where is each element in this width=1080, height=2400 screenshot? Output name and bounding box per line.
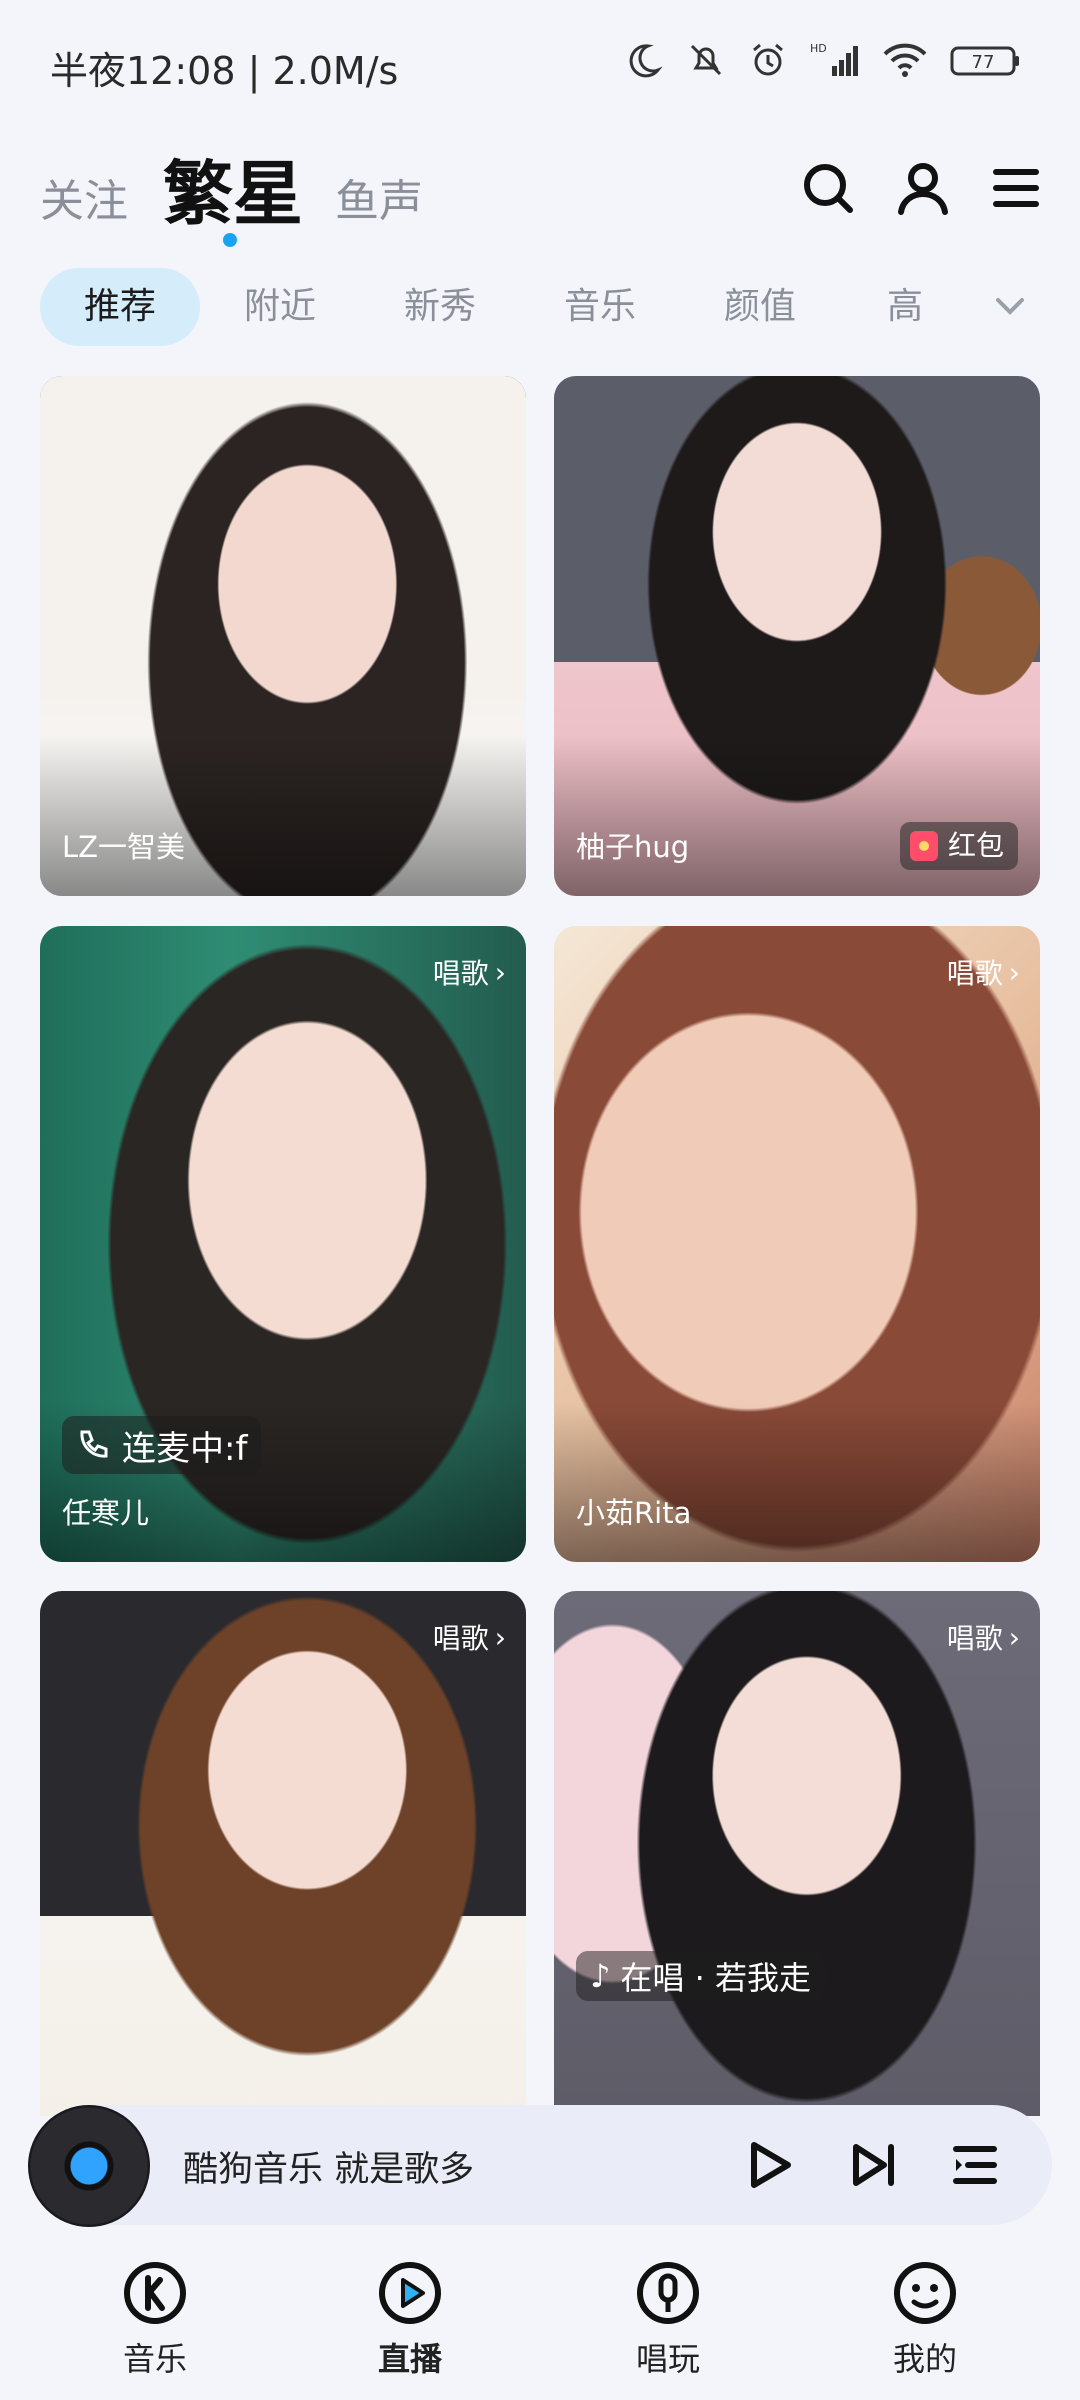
search-icon[interactable]: [800, 160, 856, 216]
category-tag-label: 唱歌: [946, 1622, 1003, 1655]
nav-sing[interactable]: 唱玩: [588, 2260, 748, 2380]
tab-yusheng[interactable]: 鱼声: [335, 165, 423, 229]
battery-level: 77: [972, 52, 995, 73]
nav-live[interactable]: 直播: [330, 2260, 490, 2380]
microphone-icon: [637, 2262, 699, 2324]
streamer-name: 任寒儿: [62, 1496, 150, 1530]
category-recommend[interactable]: 推荐: [40, 268, 200, 346]
album-disc-icon[interactable]: [28, 2105, 150, 2227]
live-feed: LZ一智美 柚子hug 红包 唱歌 › 连麦中:f 任寒儿 唱歌 › 小茹Rita …: [0, 376, 1080, 2116]
category-newcomer[interactable]: 新秀: [380, 268, 500, 346]
link-mic-label: 连麦中:f: [122, 1428, 248, 1469]
status-time: 半夜12:08 | 2.0M/s: [50, 49, 399, 93]
nav-label: 唱玩: [635, 2340, 700, 2378]
live-card[interactable]: 唱歌 › 小茹Rita: [554, 926, 1040, 1562]
menu-icon[interactable]: [988, 160, 1044, 216]
next-track-icon[interactable]: [846, 2137, 902, 2193]
live-card[interactable]: 唱歌 ›: [40, 1591, 526, 2116]
category-nearby[interactable]: 附近: [220, 268, 340, 346]
nav-label: 音乐: [122, 2340, 187, 2378]
status-bar: 半夜12:08 | 2.0M/s HD 77: [0, 0, 1080, 120]
category-tag[interactable]: 唱歌 ›: [947, 1617, 1020, 1657]
category-tag[interactable]: 唱歌 ›: [947, 952, 1020, 992]
music-note-icon: ♪: [590, 1957, 611, 1995]
nav-mine[interactable]: 我的: [845, 2260, 1005, 2380]
streamer-name: 柚子hug: [576, 830, 690, 864]
playlist-icon[interactable]: [948, 2137, 1004, 2193]
tab-fanxing[interactable]: 繁星: [163, 138, 303, 239]
wifi-icon: [883, 43, 927, 77]
nav-label: 直播: [377, 2340, 442, 2378]
live-card[interactable]: 柚子hug 红包: [554, 376, 1040, 896]
red-packet-icon: [909, 831, 938, 861]
nav-music[interactable]: 音乐: [75, 2260, 235, 2380]
link-mic-badge: 连麦中:f: [62, 1416, 262, 1474]
player-title: 酷狗音乐 就是歌多: [183, 2150, 475, 2190]
svg-text:HD: HD: [810, 42, 827, 55]
moon-icon: [629, 44, 663, 78]
play-icon[interactable]: [740, 2137, 796, 2193]
chevron-down-icon[interactable]: [990, 286, 1030, 326]
category-looks[interactable]: 颜值: [700, 268, 820, 346]
alarm-icon: [753, 43, 783, 76]
chevron-right-icon: ›: [494, 1620, 506, 1654]
category-tag-label: 唱歌: [432, 957, 489, 990]
streamer-name: LZ一智美: [62, 830, 186, 864]
category-tag[interactable]: 唱歌 ›: [433, 1617, 506, 1657]
active-tab-indicator: [223, 233, 237, 247]
phone-icon: [80, 1430, 108, 1458]
category-tag-label: 唱歌: [432, 1622, 489, 1655]
singing-badge: ♪ 在唱 · 若我走: [576, 1951, 825, 2001]
singing-label: 在唱 · 若我走: [620, 1959, 811, 1997]
red-packet-label: 红包: [947, 829, 1004, 862]
category-tag-label: 唱歌: [946, 957, 1003, 990]
stream-cover: [554, 1591, 1040, 2116]
kugou-k-icon: [124, 2262, 186, 2324]
live-play-icon: [379, 2262, 441, 2324]
chevron-right-icon: ›: [494, 955, 506, 989]
status-icons: HD 77: [624, 40, 1022, 80]
streamer-name: 小茹Rita: [576, 1496, 692, 1530]
category-music[interactable]: 音乐: [540, 268, 660, 346]
battery-icon: 77: [950, 46, 1019, 76]
mini-player[interactable]: 酷狗音乐 就是歌多: [28, 2105, 1052, 2227]
bottom-nav: 音乐 直播 唱玩 我的: [0, 2240, 1080, 2400]
smiley-icon: [894, 2262, 956, 2324]
live-card[interactable]: 唱歌 › ♪ 在唱 · 若我走: [554, 1591, 1040, 2116]
nav-label: 我的: [892, 2340, 957, 2378]
category-more-partial[interactable]: 高: [865, 268, 945, 346]
category-bar: 推荐 附近 新秀 音乐 颜值 高: [0, 268, 1080, 348]
signal-icon: HD: [810, 42, 858, 76]
live-card[interactable]: 唱歌 › 连麦中:f 任寒儿: [40, 926, 526, 1562]
live-card[interactable]: LZ一智美: [40, 376, 526, 896]
top-header: 关注 繁星 鱼声: [0, 130, 1080, 250]
user-icon[interactable]: [895, 160, 951, 216]
chevron-right-icon: ›: [1008, 1620, 1020, 1654]
bell-off-icon: [690, 44, 722, 76]
red-packet-badge[interactable]: 红包: [899, 822, 1018, 870]
category-tag[interactable]: 唱歌 ›: [433, 952, 506, 992]
tab-follow[interactable]: 关注: [40, 165, 128, 229]
chevron-right-icon: ›: [1008, 955, 1020, 989]
stream-cover: [40, 1591, 526, 2116]
